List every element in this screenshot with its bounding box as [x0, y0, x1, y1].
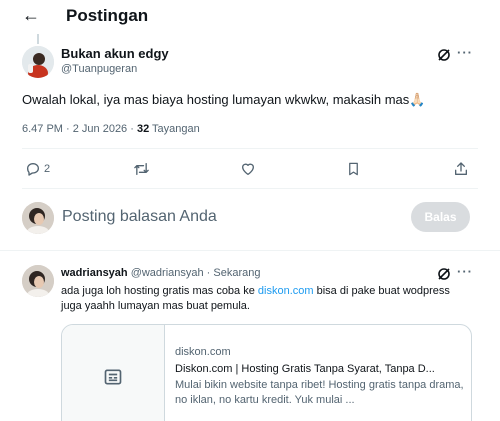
- avatar[interactable]: [22, 202, 54, 234]
- grok-icon[interactable]: [436, 266, 452, 282]
- top-bar: ← Postingan: [0, 0, 500, 32]
- card-title: Diskon.com | Hosting Gratis Tanpa Syarat…: [175, 363, 435, 375]
- retweet-icon: [134, 163, 149, 175]
- link-preview-card[interactable]: diskon.com Diskon.com | Hosting Gratis T…: [61, 324, 472, 421]
- reply-author-name[interactable]: wadriansyah: [61, 267, 128, 279]
- avatar[interactable]: [22, 46, 54, 78]
- card-domain: diskon.com: [175, 346, 231, 358]
- author-handle[interactable]: @Tuanpugeran: [61, 63, 137, 76]
- folded-hands-emoji: 🙏🏻: [409, 92, 426, 107]
- reply-icon: [27, 163, 39, 176]
- reply-text: ada juga loh hosting gratis mas coba ke …: [61, 284, 461, 314]
- post-text: Owalah lokal, iya mas biaya hosting luma…: [22, 92, 482, 108]
- divider: [0, 250, 500, 251]
- article-icon: [104, 369, 122, 385]
- share-icon: [455, 162, 467, 175]
- author-name[interactable]: Bukan akun edgy: [61, 46, 169, 61]
- more-icon[interactable]: ···: [457, 46, 473, 60]
- bookmark-button[interactable]: [346, 160, 361, 178]
- card-description: Mulai bikin website tanpa ribet! Hosting…: [175, 379, 464, 406]
- post-time[interactable]: 6.47 PM · 2 Jun 2026 ·: [22, 123, 137, 135]
- card-thumbnail: [62, 325, 165, 421]
- grok-icon[interactable]: [436, 47, 452, 63]
- like-button[interactable]: [240, 160, 256, 178]
- reply-composer-input[interactable]: Posting balasan Anda: [62, 207, 217, 227]
- share-button[interactable]: [453, 160, 469, 178]
- reply-submit-button[interactable]: Balas: [411, 202, 470, 232]
- reply-handle-time[interactable]: @wadriansyah · Sekarang: [128, 267, 261, 279]
- post-body: Owalah lokal, iya mas biaya hosting luma…: [22, 92, 410, 107]
- retweet-button[interactable]: [133, 160, 150, 178]
- post-meta: 6.47 PM · 2 Jun 2026 · 32 Tayangan: [22, 122, 200, 136]
- avatar[interactable]: [22, 265, 54, 297]
- reply-button[interactable]: 2: [25, 160, 50, 178]
- more-icon[interactable]: ···: [457, 265, 473, 279]
- bookmark-icon: [349, 162, 358, 176]
- arrow-left-icon[interactable]: ←: [22, 5, 40, 25]
- views-label: Tayangan: [149, 123, 200, 135]
- reply-header: wadriansyah @wadriansyah · Sekarang: [61, 266, 260, 280]
- divider: [22, 188, 478, 189]
- reply-link[interactable]: diskon.com: [258, 285, 314, 297]
- page-title: Postingan: [66, 6, 149, 25]
- reply-text-before: ada juga loh hosting gratis mas coba ke: [61, 285, 258, 297]
- divider: [22, 148, 478, 149]
- thread-line: [37, 34, 39, 44]
- like-icon: [242, 163, 254, 175]
- reply-count: 2: [44, 163, 51, 175]
- views-count: 32: [136, 123, 150, 135]
